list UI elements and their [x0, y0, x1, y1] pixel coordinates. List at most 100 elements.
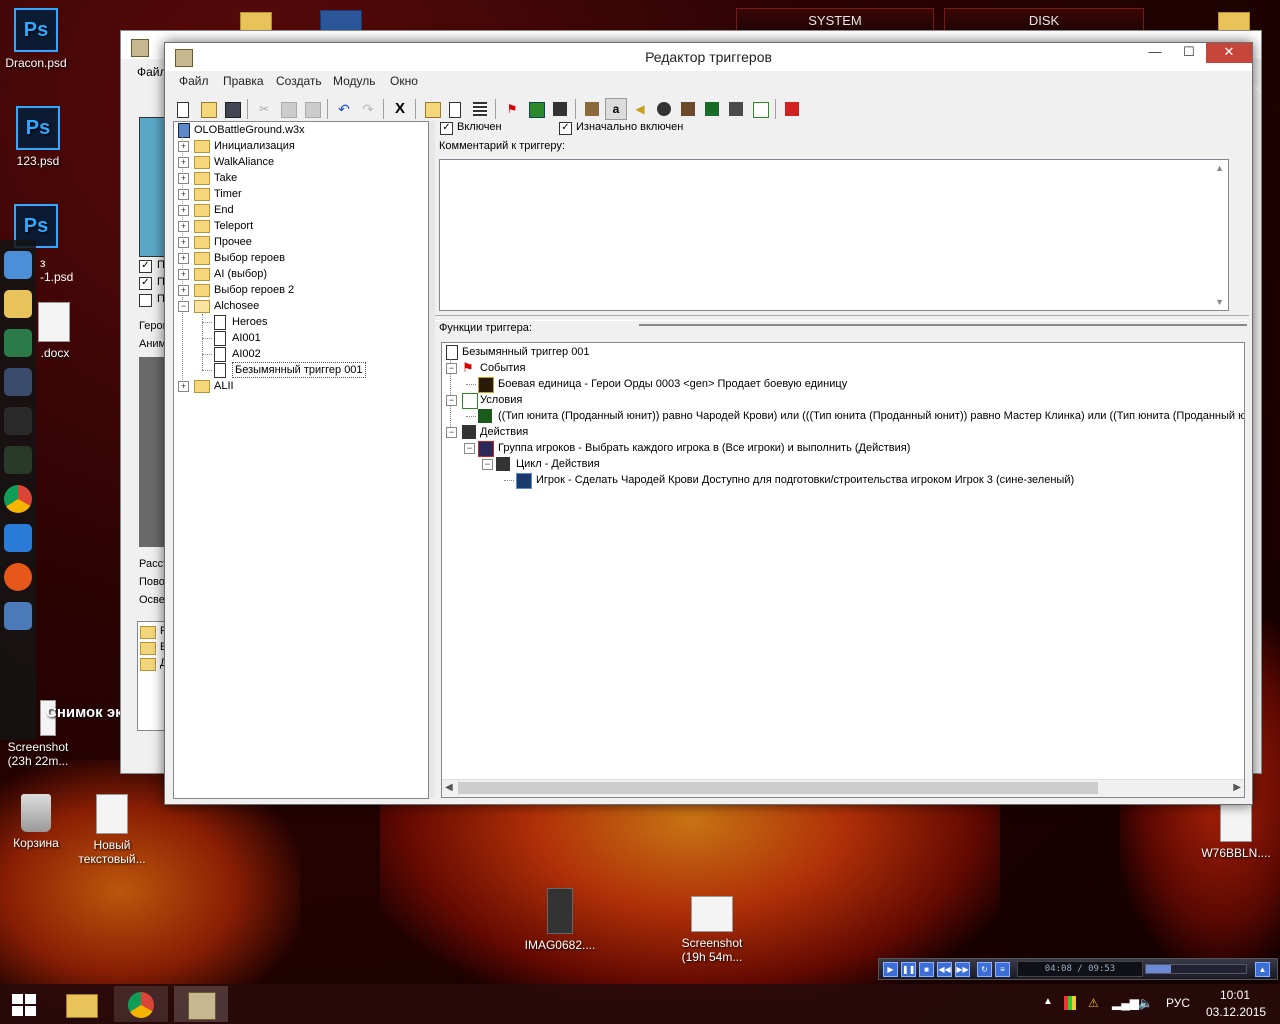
action-item[interactable]: − Группа игроков - Выбрать каждого игрок…	[462, 440, 1242, 457]
play-icon[interactable]: ▶	[883, 962, 898, 977]
desktop-icon-123[interactable]: Ps 123.psd	[0, 106, 78, 168]
repeat-icon[interactable]: ↻	[977, 962, 992, 977]
paste-icon[interactable]	[301, 98, 323, 120]
desktop-icon-new-text[interactable]: Новый текстовый...	[72, 794, 152, 866]
redo-icon[interactable]: ↷	[357, 98, 379, 120]
expand-icon[interactable]: +	[178, 237, 189, 248]
initially-enabled-checkbox[interactable]: ✓	[559, 122, 572, 135]
stop-icon[interactable]: ■	[919, 962, 934, 977]
world-editor-taskbar-icon[interactable]	[174, 986, 228, 1022]
show-hidden-icons[interactable]: ▲	[1043, 996, 1053, 1007]
tree-folder[interactable]: + Инициализация	[178, 138, 418, 154]
new-action-icon[interactable]	[549, 98, 571, 120]
loop-node[interactable]: − Цикл - Действия	[480, 456, 1244, 472]
panel-splitter[interactable]	[429, 121, 435, 797]
collapse-icon[interactable]: −	[446, 427, 457, 438]
collapse-player-icon[interactable]: ▲	[1255, 962, 1270, 977]
scroll-left-icon[interactable]: ◀	[445, 782, 453, 793]
menu-edit[interactable]: Правка	[223, 74, 264, 88]
expand-icon[interactable]: +	[178, 141, 189, 152]
tree-folder[interactable]: + Выбор героев 2	[178, 282, 418, 298]
scrollbar-thumb[interactable]	[458, 782, 1098, 794]
horizontal-splitter[interactable]	[435, 315, 1249, 321]
event-item[interactable]: Боевая единица - Герои Орды 0003 <gen> П…	[466, 376, 1244, 393]
ai-editor-icon[interactable]	[701, 98, 723, 120]
tree-folder[interactable]: + Teleport	[178, 218, 418, 234]
clock-time[interactable]: 10:01	[1220, 988, 1250, 1002]
terrain-editor-icon[interactable]	[581, 98, 603, 120]
menu-module[interactable]: Модуль	[333, 74, 376, 88]
menu-window[interactable]: Окно	[390, 74, 418, 88]
app-tray-icon[interactable]	[1064, 996, 1076, 1010]
warning-icon[interactable]: ⚠	[1088, 996, 1099, 1010]
tree-trigger-selected[interactable]: Безымянный триггер 001	[198, 362, 418, 378]
undo-icon[interactable]: ↶	[333, 98, 355, 120]
tree-folder[interactable]: + ALII	[178, 378, 418, 394]
previous-icon[interactable]: ◀◀	[937, 962, 952, 977]
volume-slider[interactable]	[1145, 964, 1247, 974]
network-icon[interactable]: ▂▄▆	[1112, 996, 1139, 1010]
tree-trigger[interactable]: AI001	[198, 330, 418, 346]
enabled-checkbox[interactable]: ✓	[440, 122, 453, 135]
expand-icon[interactable]: +	[178, 221, 189, 232]
expand-icon[interactable]: +	[178, 189, 189, 200]
collapse-icon[interactable]: −	[446, 363, 457, 374]
save-icon[interactable]	[221, 98, 243, 120]
test-map-icon[interactable]	[781, 98, 803, 120]
open-folder-icon[interactable]	[197, 98, 219, 120]
volume-icon[interactable]: 🔈	[1138, 996, 1153, 1010]
file-explorer-taskbar-icon[interactable]	[54, 986, 108, 1022]
delete-icon[interactable]: X	[389, 98, 411, 120]
expand-icon[interactable]: +	[178, 269, 189, 280]
campaign-editor-icon[interactable]	[677, 98, 699, 120]
scroll-up-icon[interactable]: ▲	[1215, 163, 1224, 173]
actions-node[interactable]: − Действия	[444, 424, 1224, 440]
tree-folder[interactable]: + AI (выбор)	[178, 266, 418, 282]
equalizer-icon[interactable]: ≡	[995, 962, 1010, 977]
comment-textarea[interactable]: ▲ ▼	[439, 159, 1229, 311]
desktop-icon-w76[interactable]: W76BBLN....	[1196, 802, 1276, 860]
close-icon[interactable]: ✕	[1252, 82, 1266, 96]
new-event-icon[interactable]: ⚑	[501, 98, 523, 120]
loop-action-item[interactable]: Игрок - Сделать Чародей Крови Доступно д…	[502, 472, 1244, 489]
tree-folder[interactable]: + End	[178, 202, 418, 218]
flash-icon[interactable]	[4, 563, 32, 591]
language-indicator[interactable]: РУС	[1166, 996, 1190, 1010]
conditions-node[interactable]: − Условия	[444, 392, 1224, 409]
tree-folder[interactable]: + Take	[178, 170, 418, 186]
new-condition-icon[interactable]	[525, 98, 547, 120]
tree-trigger[interactable]: Heroes	[198, 314, 418, 330]
maximize-button[interactable]: ☐	[1172, 43, 1206, 63]
close-button[interactable]: ✕	[1206, 43, 1252, 63]
chrome-taskbar-icon[interactable]	[114, 986, 168, 1022]
collapse-icon[interactable]: −	[464, 443, 475, 454]
background-checkbox[interactable]: ✓	[139, 277, 152, 290]
menu-file[interactable]: Файл	[179, 74, 209, 88]
tree-folder[interactable]: + WalkAliance	[178, 154, 418, 170]
windows-start-icon[interactable]	[12, 994, 36, 1016]
new-trigger-icon[interactable]	[445, 98, 467, 120]
expand-icon[interactable]: +	[178, 285, 189, 296]
events-node[interactable]: − ⚑ События	[444, 360, 1224, 376]
tree-folder-open[interactable]: − Alchosee	[178, 298, 418, 314]
expand-icon[interactable]: +	[178, 205, 189, 216]
tree-folder[interactable]: + Timer	[178, 186, 418, 202]
object-manager-icon[interactable]	[725, 98, 747, 120]
chrome-icon[interactable]	[4, 485, 32, 513]
scroll-right-icon[interactable]: ▶	[1233, 782, 1241, 793]
tree-trigger[interactable]: AI002	[198, 346, 418, 362]
collapse-icon[interactable]: −	[446, 395, 457, 406]
horizontal-scrollbar[interactable]: ◀ ▶	[442, 779, 1244, 797]
background-menu-file[interactable]: Файл	[137, 65, 167, 79]
condition-item[interactable]: ((Тип юнита (Проданный юнит)) равно Чаро…	[466, 408, 1244, 424]
expand-icon[interactable]: +	[178, 173, 189, 184]
collapse-icon[interactable]: −	[482, 459, 493, 470]
desktop-icon-imag[interactable]: IMAG0682....	[520, 888, 600, 952]
tree-folder[interactable]: + Выбор героев	[178, 250, 418, 266]
copy-icon[interactable]	[277, 98, 299, 120]
expand-icon[interactable]: +	[178, 157, 189, 168]
screenshot-icon[interactable]	[4, 602, 32, 630]
trigger-editor-icon[interactable]: a	[605, 98, 627, 120]
expand-icon[interactable]: +	[178, 253, 189, 264]
tree-folder[interactable]: + Прочее	[178, 234, 418, 250]
